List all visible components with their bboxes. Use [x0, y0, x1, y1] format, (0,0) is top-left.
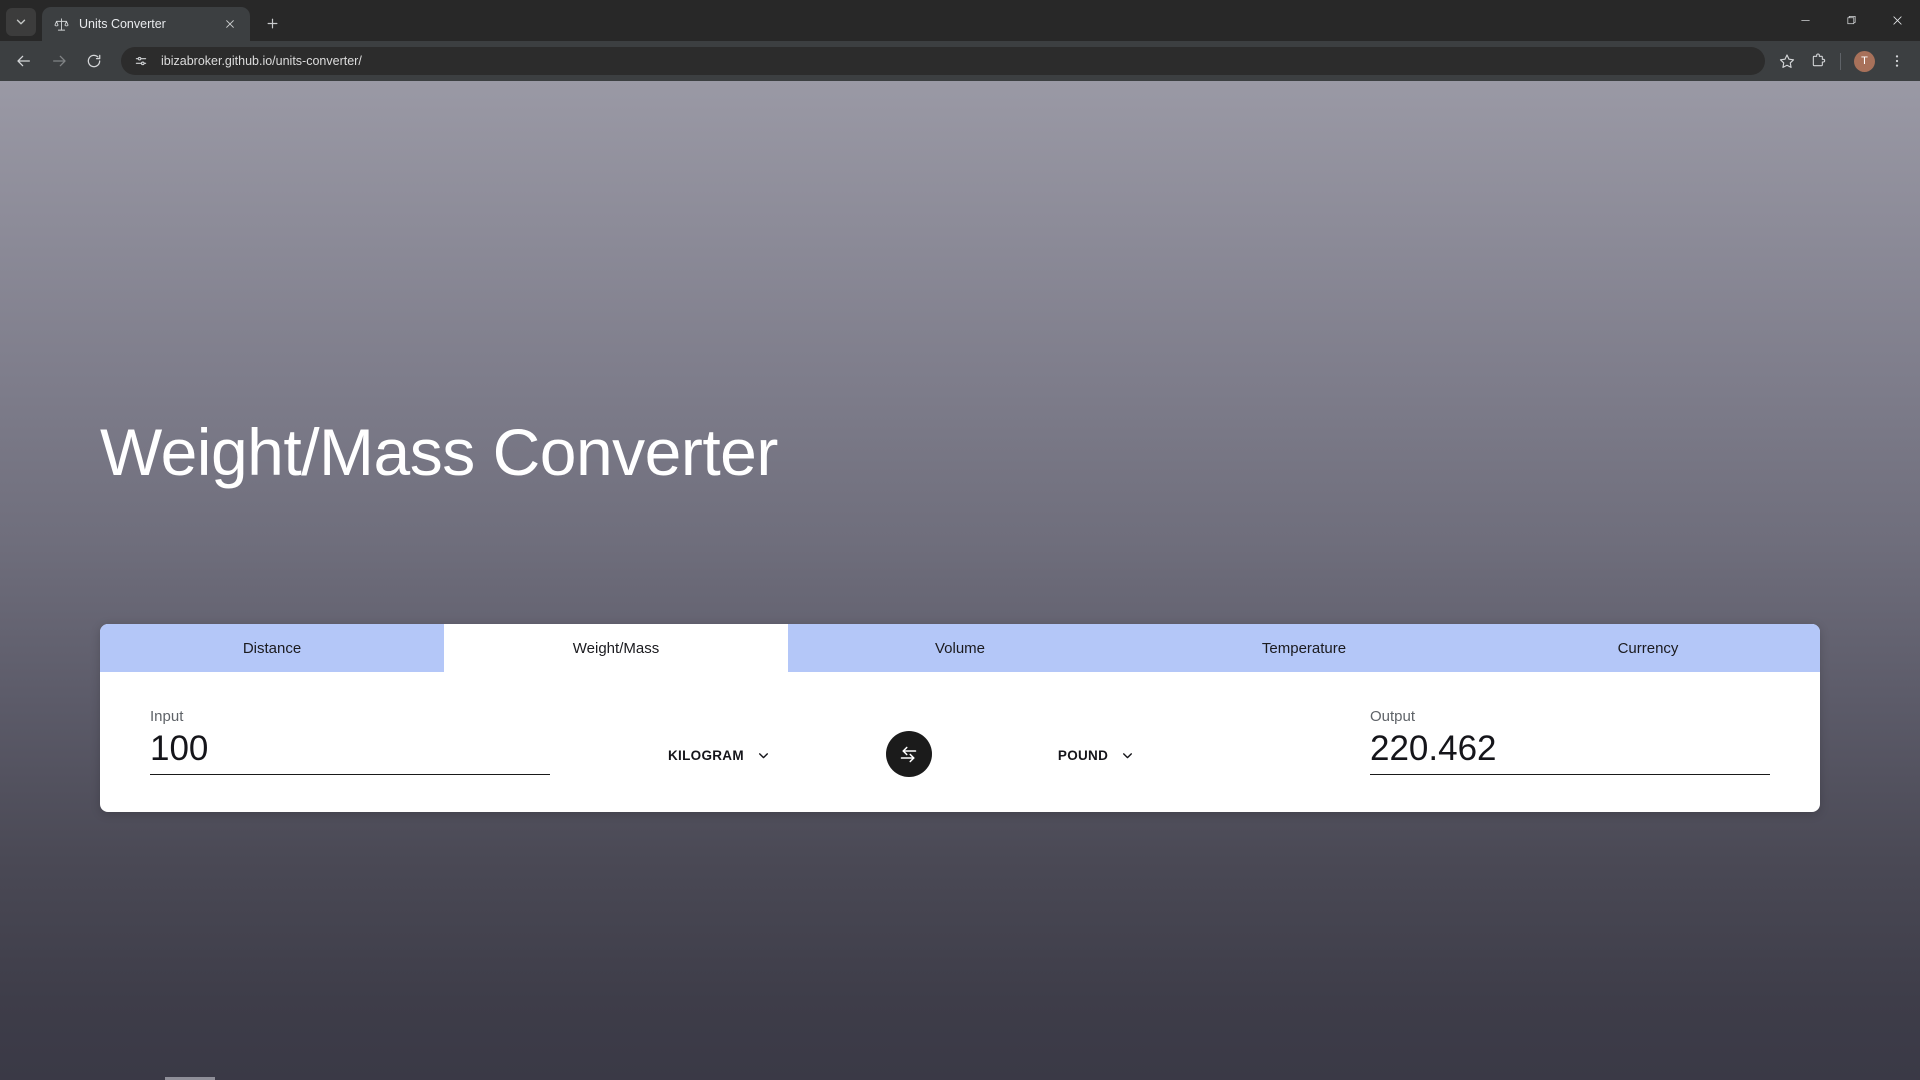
output-label: Output — [1370, 707, 1416, 725]
scales-icon — [52, 15, 70, 33]
close-icon — [1892, 16, 1902, 25]
address-bar[interactable]: ibizabroker.github.io/units-converter/ — [121, 47, 1765, 75]
tab-close-button[interactable] — [220, 14, 240, 34]
browser-tab-strip: Units Converter — [0, 0, 1920, 41]
minimize-icon — [1800, 20, 1810, 21]
swap-units-button[interactable] — [885, 731, 932, 777]
to-unit-select[interactable]: POUND — [1058, 748, 1134, 763]
browser-tab-units-converter[interactable]: Units Converter — [42, 7, 250, 41]
window-close-button[interactable] — [1874, 0, 1920, 41]
tab-distance[interactable]: Distance — [100, 624, 444, 672]
reload-button[interactable] — [78, 45, 110, 77]
swap-arrows-icon — [901, 746, 917, 762]
site-settings-icon[interactable] — [133, 53, 149, 69]
from-unit-select[interactable]: KILOGRAM — [668, 748, 770, 763]
converter-panel: Input 100 KILOGRAM POUND Output 220.462 — [100, 672, 1820, 812]
page-viewport: Weight/Mass Converter Distance Weight/Ma… — [0, 81, 1920, 1080]
close-icon — [226, 20, 234, 28]
reload-icon — [87, 54, 101, 68]
input-label: Input — [150, 707, 184, 725]
address-bar-url: ibizabroker.github.io/units-converter/ — [161, 54, 362, 68]
converter-card: Distance Weight/Mass Volume Temperature … — [100, 624, 1820, 812]
chevron-down-icon — [1123, 752, 1133, 758]
star-icon — [1779, 54, 1795, 68]
three-dot-menu-icon — [1895, 55, 1899, 67]
new-tab-button[interactable] — [258, 9, 286, 37]
puzzle-icon — [1812, 53, 1826, 67]
plus-icon — [267, 18, 277, 28]
toolbar-separator — [1840, 52, 1841, 70]
output-field-group: Output 220.462 — [1370, 709, 1770, 776]
window-maximize-button[interactable] — [1828, 0, 1874, 41]
output-value: 220.462 — [1370, 730, 1770, 776]
tab-search-button[interactable] — [6, 8, 36, 36]
forward-button[interactable] — [43, 45, 75, 77]
to-unit-value: POUND — [1057, 747, 1109, 763]
from-unit-value: KILOGRAM — [668, 747, 744, 763]
input-value[interactable]: 100 — [150, 730, 550, 776]
forward-arrow-icon — [53, 55, 66, 67]
window-minimize-button[interactable] — [1782, 0, 1828, 41]
input-field-group: Input 100 — [150, 709, 550, 776]
tab-weight-mass[interactable]: Weight/Mass — [444, 624, 788, 672]
browser-tab-title: Units Converter — [79, 17, 166, 31]
chevron-down-icon — [758, 752, 768, 758]
extensions-button[interactable] — [1803, 46, 1833, 76]
browser-menu-button[interactable] — [1882, 46, 1912, 76]
back-arrow-icon — [17, 55, 30, 67]
window-controls — [1782, 0, 1920, 41]
bookmark-button[interactable] — [1772, 46, 1802, 76]
tab-volume[interactable]: Volume — [788, 624, 1132, 672]
tab-temperature[interactable]: Temperature — [1132, 624, 1476, 672]
tab-currency[interactable]: Currency — [1476, 624, 1820, 672]
converter-tab-strip: Distance Weight/Mass Volume Temperature … — [100, 624, 1820, 672]
browser-toolbar: ibizabroker.github.io/units-converter/ T — [0, 41, 1920, 81]
back-button[interactable] — [8, 45, 40, 77]
page-title: Weight/Mass Converter — [100, 415, 778, 489]
browser-window: Units Converter ibizabroker.github.io/un… — [0, 0, 1920, 1080]
chevron-down-icon — [16, 19, 26, 25]
profile-avatar[interactable]: T — [1854, 50, 1875, 72]
maximize-icon — [1846, 16, 1856, 25]
